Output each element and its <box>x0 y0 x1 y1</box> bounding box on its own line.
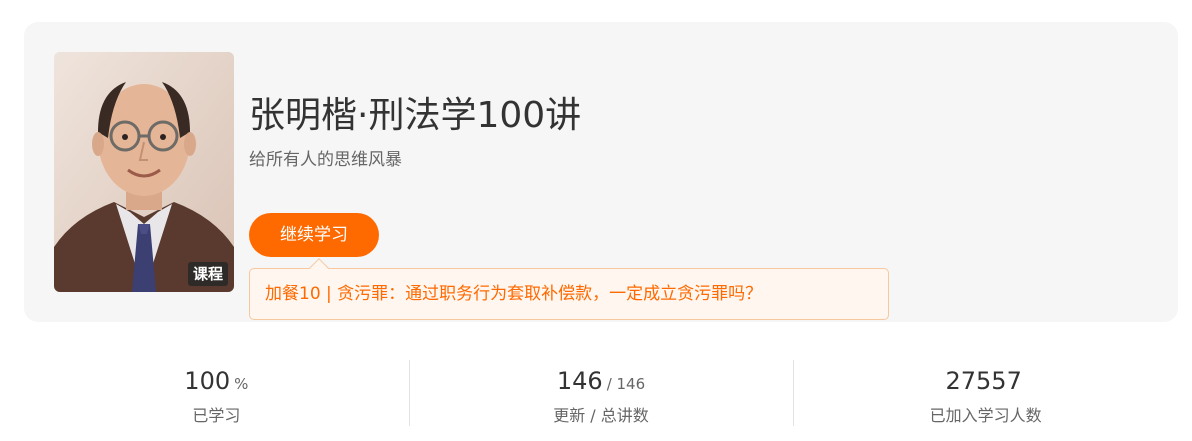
stat-label: 更新 / 总讲数 <box>553 406 649 425</box>
stat-unit: % <box>234 375 249 393</box>
stat-label: 已学习 <box>192 406 241 425</box>
stat-learners: 27557 已加入学习人数 <box>793 360 1178 426</box>
stat-value: 146/ 146 <box>409 363 794 402</box>
stat-number: 100 <box>184 367 231 395</box>
course-card: 课程 张明楷·刑法学100讲 给所有人的思维风暴 继续学习 加餐10 | 贪污罪… <box>24 22 1178 322</box>
tip-arrow <box>309 258 329 278</box>
stat-progress: 100% 已学习 <box>24 360 409 426</box>
course-cover[interactable]: 课程 <box>54 52 234 292</box>
stat-value: 100% <box>24 363 409 402</box>
course-subtitle: 给所有人的思维风暴 <box>249 150 402 170</box>
last-lesson-tip[interactable]: 加餐10 | 贪污罪：通过职务行为套取补偿款，一定成立贪污罪吗？ <box>249 258 889 320</box>
course-stats: 100% 已学习 146/ 146 更新 / 总讲数 27557 已加入学习人数 <box>24 360 1178 426</box>
stat-label: 已加入学习人数 <box>929 406 1042 425</box>
continue-learning-button[interactable]: 继续学习 <box>249 213 379 257</box>
stat-number: 27557 <box>945 367 1022 395</box>
course-type-badge: 课程 <box>187 262 228 286</box>
stat-value: 27557 <box>793 363 1178 402</box>
course-title: 张明楷·刑法学100讲 <box>249 95 582 136</box>
last-lesson-title: 加餐10 | 贪污罪：通过职务行为套取补偿款，一定成立贪污罪吗？ <box>265 284 763 304</box>
stat-number: 146 <box>556 367 603 395</box>
instructor-portrait <box>54 52 234 292</box>
stat-unit: / 146 <box>606 375 646 393</box>
stat-lessons: 146/ 146 更新 / 总讲数 <box>408 360 794 426</box>
